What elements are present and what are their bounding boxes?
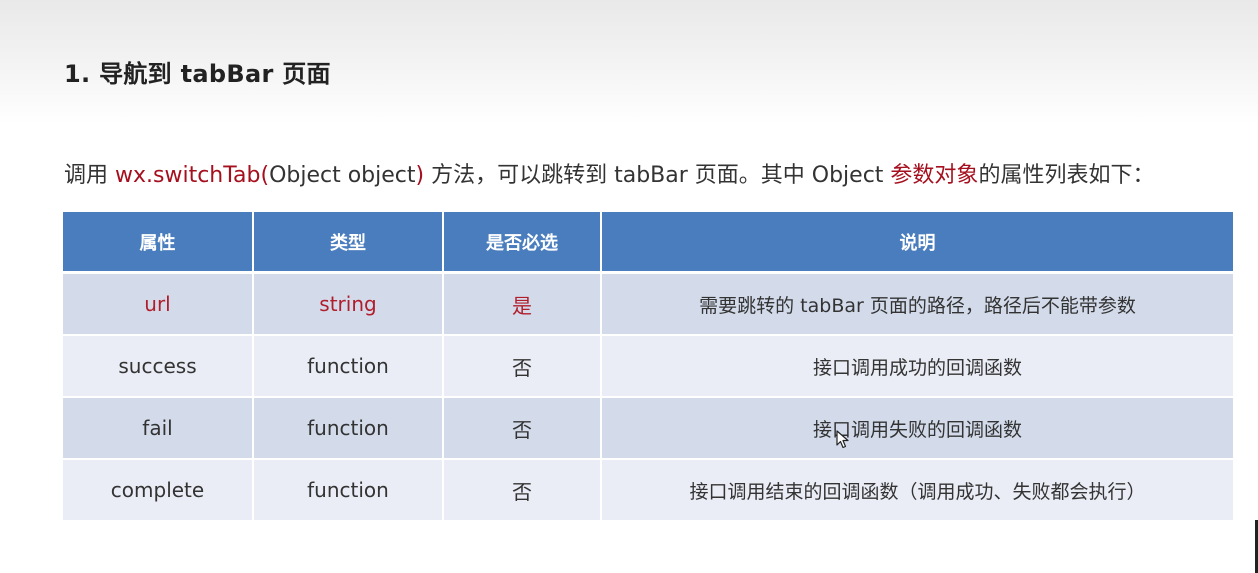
intro-sentence: 调用 wx.switchTab(Object object) 方法，可以跳转到 … — [64, 157, 1154, 189]
header-property: 属性 — [63, 212, 254, 274]
cell-type: function — [253, 335, 444, 398]
cell-description: 接口调用结束的回调函数（调用成功、失败都会执行） — [601, 459, 1233, 520]
mouse-cursor-icon — [836, 430, 849, 449]
table-header-row: 属性 类型 是否必选 说明 — [63, 212, 1233, 274]
cell-property: success — [63, 335, 254, 398]
table-row: complete function 否 接口调用结束的回调函数（调用成功、失败都… — [63, 459, 1233, 520]
api-name: wx.switchTab( — [115, 163, 270, 188]
header-description: 说明 — [601, 212, 1233, 274]
cell-required: 是 — [443, 272, 602, 336]
table-row: success function 否 接口调用成功的回调函数 — [63, 335, 1233, 398]
cell-required: 否 — [443, 335, 602, 398]
header-required: 是否必选 — [443, 212, 602, 274]
table-row: fail function 否 接口调用失败的回调函数 — [63, 397, 1233, 460]
properties-table: 属性 类型 是否必选 说明 url string 是 需要跳转的 tabBar … — [63, 212, 1233, 520]
section-heading: 1. 导航到 tabBar 页面 — [64, 60, 331, 88]
param-object-highlight: 参数对象 — [890, 163, 979, 188]
intro-text-2: 方法，可以跳转到 tabBar 页面。其中 Object — [424, 163, 891, 188]
table-row: url string 是 需要跳转的 tabBar 页面的路径，路径后不能带参数 — [63, 272, 1233, 336]
cell-type: string — [253, 272, 444, 336]
cell-description: 接口调用失败的回调函数 — [601, 397, 1233, 460]
cell-type: function — [253, 459, 444, 520]
api-close-paren: ) — [415, 163, 425, 188]
cell-description: 接口调用成功的回调函数 — [601, 335, 1233, 398]
intro-text-1: 调用 — [64, 163, 115, 188]
intro-text-3: 的属性列表如下： — [978, 163, 1155, 188]
cell-description: 需要跳转的 tabBar 页面的路径，路径后不能带参数 — [601, 272, 1233, 336]
cell-type: function — [253, 397, 444, 460]
cell-property: complete — [63, 459, 254, 520]
cell-property: url — [63, 272, 254, 336]
cell-required: 否 — [443, 459, 602, 520]
cell-property: fail — [63, 397, 254, 460]
api-param: Object object — [269, 163, 416, 188]
cell-required: 否 — [443, 397, 602, 460]
header-type: 类型 — [253, 212, 444, 274]
